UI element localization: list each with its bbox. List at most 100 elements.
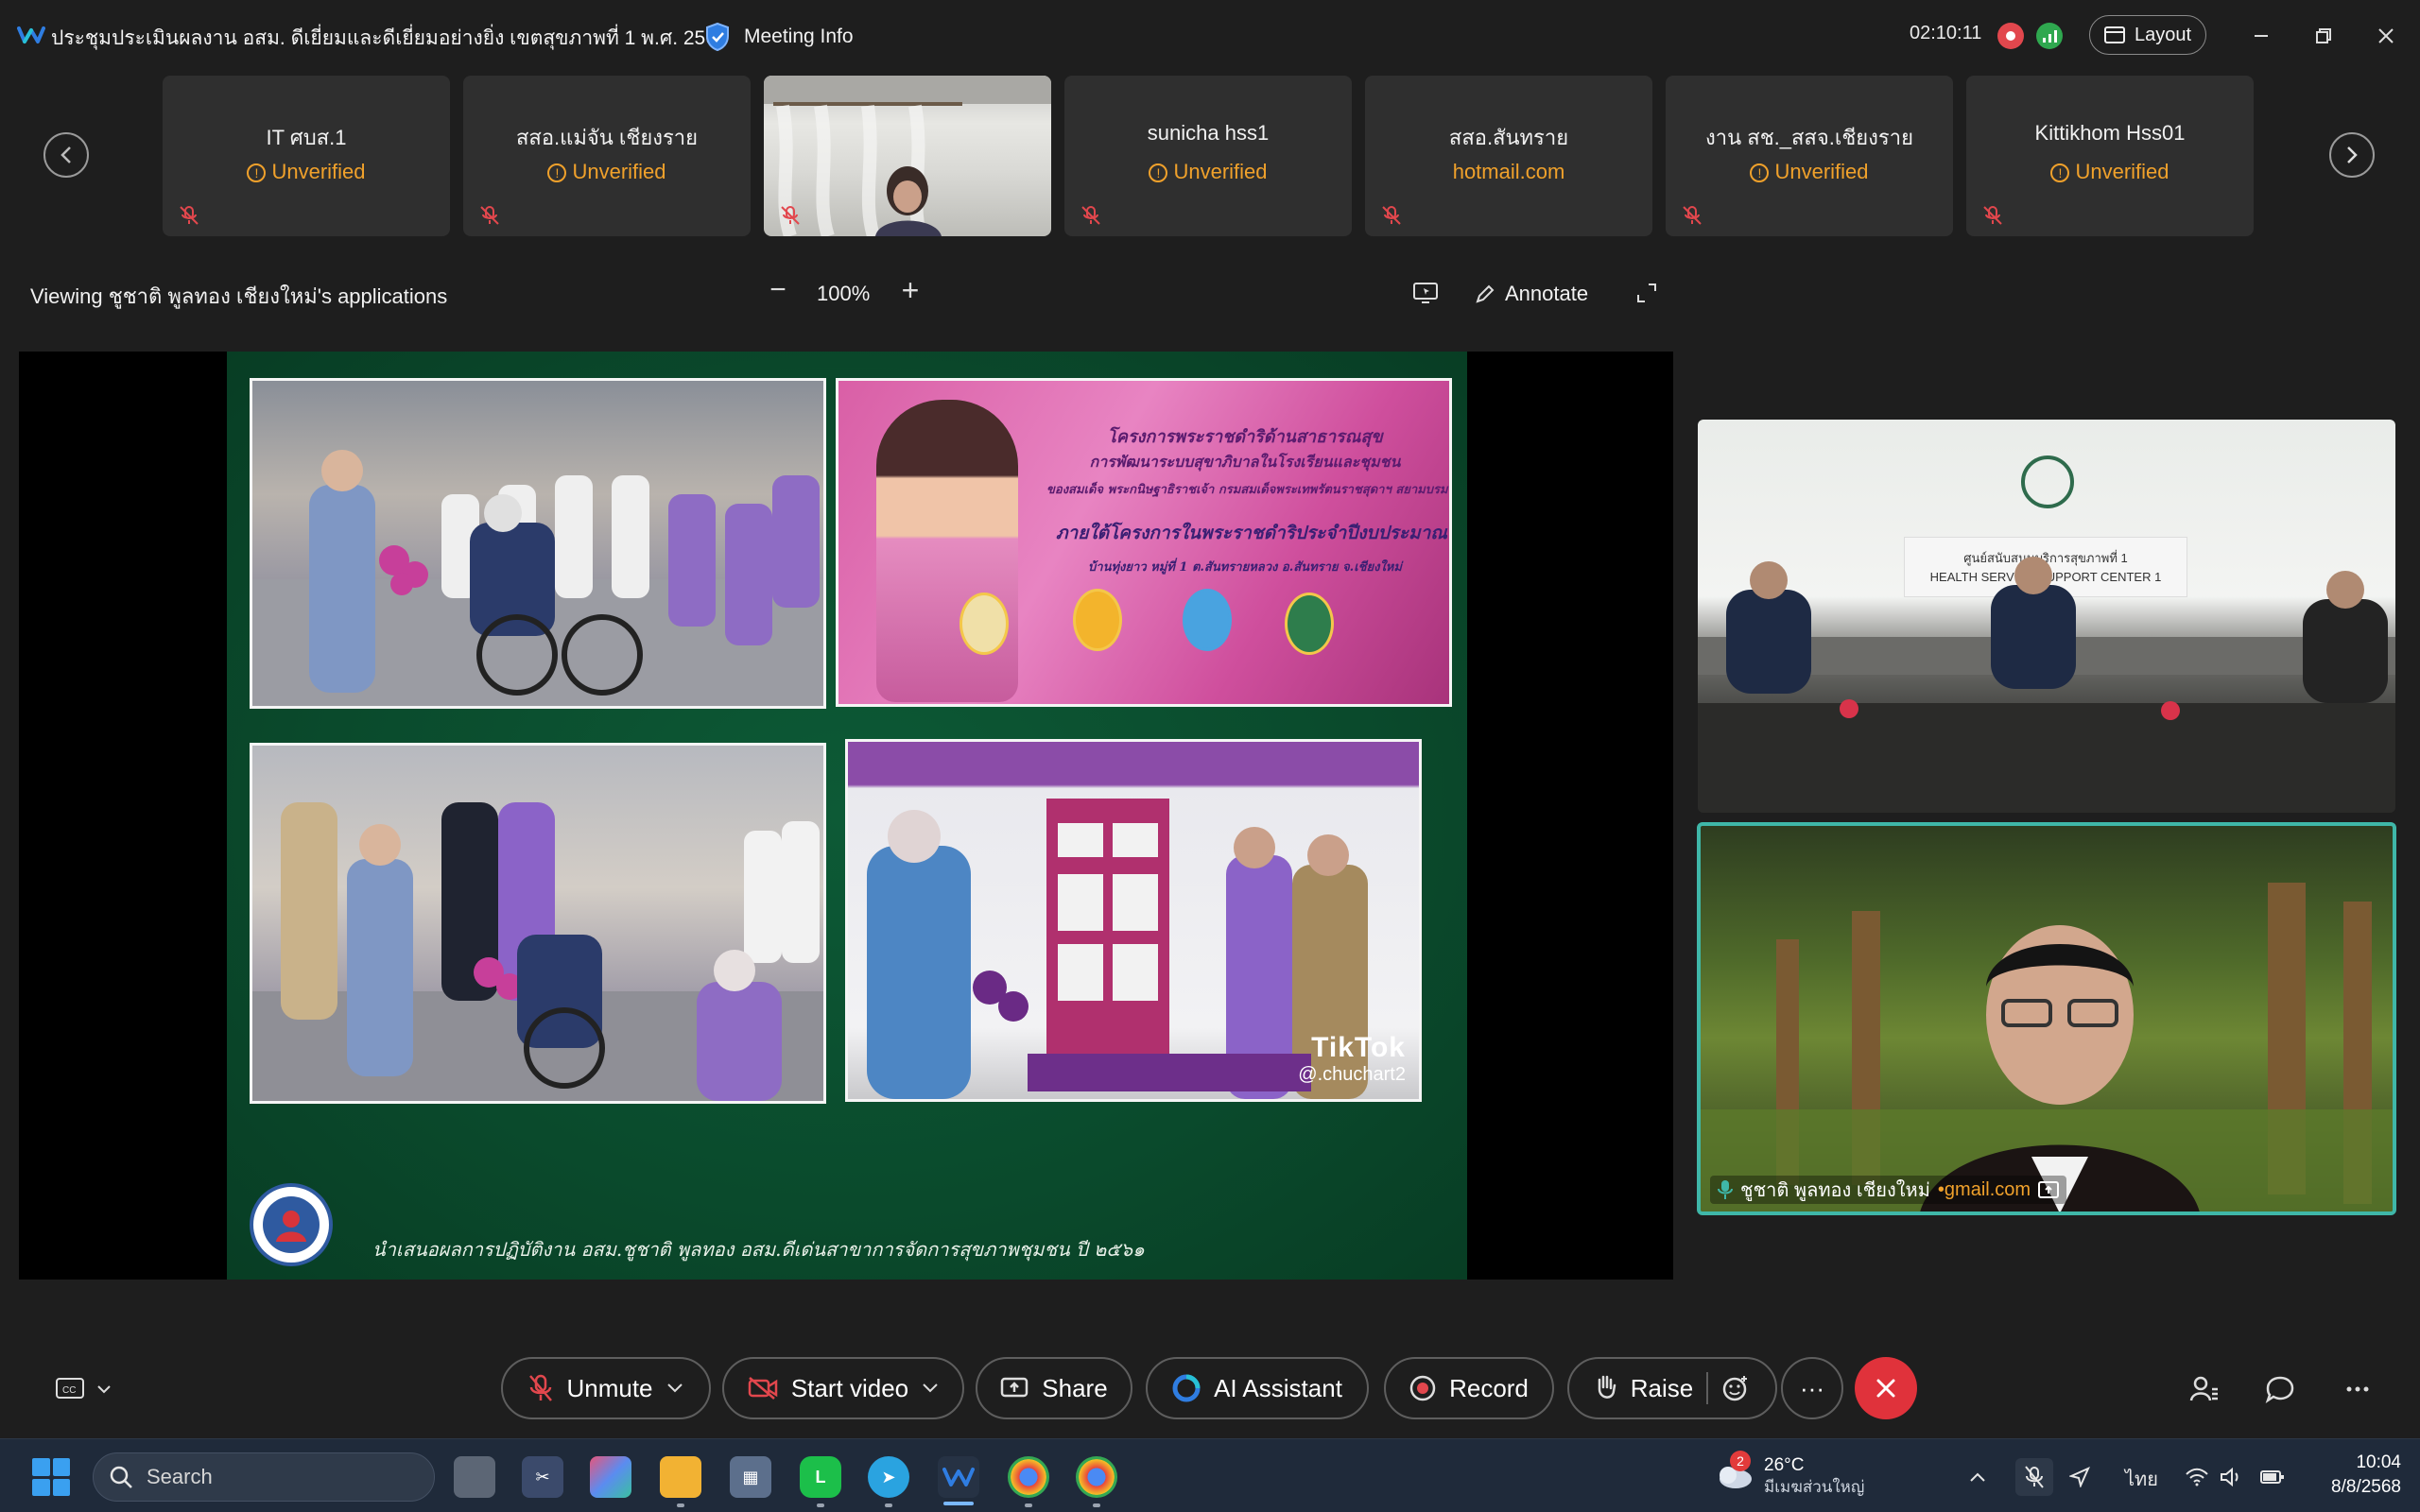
mic-muted-icon <box>1983 206 2002 225</box>
minimize-button[interactable] <box>2242 17 2280 55</box>
share-screen-icon <box>1001 1377 1028 1398</box>
annotate-button[interactable]: Annotate <box>1475 278 1588 310</box>
running-indicator <box>1025 1503 1032 1507</box>
participant-status: ! Unverified <box>1666 160 1953 184</box>
unmute-label: Unmute <box>566 1373 653 1402</box>
more-panels-button[interactable] <box>2341 1372 2375 1406</box>
expand-icon[interactable] <box>1635 282 1658 304</box>
strip-next-button[interactable] <box>2329 132 2375 178</box>
room-video-tile[interactable]: ศูนย์สนับสนุนบริการสุขภาพที่ 1 HEALTH SE… <box>1698 420 2395 813</box>
chevron-up-icon[interactable] <box>1964 1464 1991 1490</box>
start-button[interactable] <box>32 1458 70 1496</box>
telegram-icon[interactable]: ➤ <box>868 1456 909 1498</box>
captions-button[interactable]: CC <box>55 1372 130 1406</box>
active-app-indicator <box>943 1502 974 1505</box>
close-window-button[interactable] <box>2367 17 2405 55</box>
divider <box>1706 1372 1709 1404</box>
more-options-button[interactable]: ··· <box>1781 1357 1843 1419</box>
input-language[interactable]: ไทย <box>2125 1464 2158 1494</box>
chat-button[interactable] <box>2263 1372 2297 1406</box>
participants-icon <box>2189 1376 2218 1401</box>
taskbar-search[interactable]: Search <box>93 1452 435 1502</box>
pen-icon <box>1476 284 1495 303</box>
start-video-button[interactable]: Start video <box>722 1357 964 1419</box>
mic-muted-icon <box>180 206 199 225</box>
shield-icon <box>706 22 729 52</box>
raise-hand-button[interactable]: Raise <box>1567 1357 1777 1419</box>
mic-muted-tray-icon[interactable] <box>2015 1458 2053 1496</box>
chevron-down-icon <box>97 1385 111 1394</box>
task-view-icon[interactable] <box>454 1456 495 1498</box>
participant-tile[interactable]: IT ศบส.1 ! Unverified <box>163 76 450 236</box>
participant-tile[interactable]: sunicha hss1 ! Unverified <box>1064 76 1352 236</box>
meeting-info-button[interactable]: Meeting Info <box>704 19 854 55</box>
participants-button[interactable] <box>2187 1372 2221 1406</box>
warning-icon: ! <box>547 163 567 182</box>
emblem-icon <box>1285 593 1334 655</box>
poster-line: การพัฒนาระบบสุขาภิบาลในโรงเรียนและชุมชน <box>1089 453 1401 471</box>
wifi-icon[interactable] <box>2184 1464 2210 1490</box>
share-button[interactable]: Share <box>976 1357 1132 1419</box>
chevron-down-icon[interactable] <box>922 1383 939 1394</box>
webex-taskbar-icon[interactable] <box>938 1456 979 1498</box>
participant-tile[interactable]: สสอ.แม่จัน เชียงราย ! Unverified <box>463 76 751 236</box>
copilot-icon[interactable] <box>590 1456 631 1498</box>
recording-indicator-icon[interactable] <box>1997 23 2024 49</box>
running-indicator <box>885 1503 892 1507</box>
webex-logo-icon <box>17 26 45 43</box>
zoom-level: 100% <box>817 282 871 305</box>
layout-button[interactable]: Layout <box>2089 15 2206 55</box>
location-icon[interactable] <box>2066 1464 2093 1490</box>
record-button[interactable]: Record <box>1384 1357 1554 1419</box>
line-app-icon[interactable]: L <box>800 1456 841 1498</box>
mic-muted-icon <box>1683 206 1702 225</box>
ai-assistant-button[interactable]: AI Assistant <box>1146 1357 1369 1419</box>
slide-caption: นำเสนอผลการปฏิบัติงาน อสม.ชูชาติ พูลทอง … <box>372 1238 1145 1261</box>
title-bar: ประชุมประเมินผลงาน อสม. ดีเยี่ยมและดีเยี… <box>0 0 2420 74</box>
closed-captions-icon: CC <box>56 1378 84 1399</box>
strip-previous-button[interactable] <box>43 132 89 178</box>
zoom-out-button[interactable]: − <box>764 276 792 306</box>
raise-label: Raise <box>1630 1373 1694 1402</box>
speaker-name-label: ชูชาติ พูลทอง เชียงใหม่ •gmail.com <box>1710 1176 2067 1204</box>
participant-status: ! Unverified <box>1966 160 2254 184</box>
annotate-label: Annotate <box>1505 282 1589 305</box>
participant-tile[interactable]: Kittikhom Hss01 ! Unverified <box>1966 76 2254 236</box>
calculator-icon[interactable]: ▦ <box>730 1456 771 1498</box>
warning-icon: ! <box>1149 163 1168 182</box>
active-speaker-video[interactable]: ชูชาติ พูลทอง เชียงใหม่ •gmail.com <box>1697 822 2396 1215</box>
participant-video-tile[interactable] <box>764 76 1051 236</box>
participant-tile[interactable]: สสอ.สันทราย hotmail.com <box>1365 76 1652 236</box>
reactions-icon[interactable] <box>1721 1374 1750 1402</box>
svg-text:CC: CC <box>62 1385 76 1396</box>
participant-name: งาน สช._สสจ.เชียงราย <box>1705 126 1913 149</box>
battery-icon[interactable] <box>2259 1464 2286 1490</box>
ai-assistant-label: AI Assistant <box>1214 1373 1342 1402</box>
volume-icon[interactable] <box>2218 1464 2244 1490</box>
network-quality-icon[interactable] <box>2036 23 2063 49</box>
unmute-button[interactable]: Unmute <box>501 1357 711 1419</box>
leave-meeting-button[interactable] <box>1855 1357 1917 1419</box>
file-explorer-icon[interactable] <box>660 1456 701 1498</box>
poster-line: ของสมเด็จ พระกนิษฐาธิราชเจ้า กรมสมเด็จพร… <box>1046 483 1449 497</box>
participant-tile[interactable]: งาน สช._สสจ.เชียงราย ! Unverified <box>1666 76 1953 236</box>
more-label: ··· <box>1800 1373 1824 1402</box>
chrome-profile-icon[interactable] <box>1076 1456 1117 1498</box>
slide-photo: TikTok @.chuchart2 <box>845 739 1422 1102</box>
request-control-icon[interactable] <box>1412 282 1439 304</box>
emblem-icon <box>959 593 1009 655</box>
restore-button[interactable] <box>2305 17 2342 55</box>
chevron-down-icon[interactable] <box>666 1383 683 1394</box>
shared-content-area[interactable]: โครงการพระราชดำริด้านสาธารณสุข การพัฒนาร… <box>19 352 1673 1280</box>
chevron-right-icon <box>2347 146 2358 163</box>
snipping-tool-icon[interactable]: ✂ <box>522 1456 563 1498</box>
weather-widget[interactable]: 2 26°C มีเมฆส่วนใหญ่ <box>1713 1451 1864 1502</box>
room-scene <box>1698 557 2395 813</box>
participant-status: ! Unverified <box>163 160 450 184</box>
chrome-icon[interactable] <box>1008 1456 1049 1498</box>
running-indicator <box>1093 1503 1100 1507</box>
zoom-in-button[interactable]: + <box>896 275 925 305</box>
ai-assistant-icon <box>1172 1374 1201 1402</box>
poster-portrait <box>876 400 1018 702</box>
system-clock[interactable]: 10:04 8/8/2568 <box>2307 1451 2401 1500</box>
